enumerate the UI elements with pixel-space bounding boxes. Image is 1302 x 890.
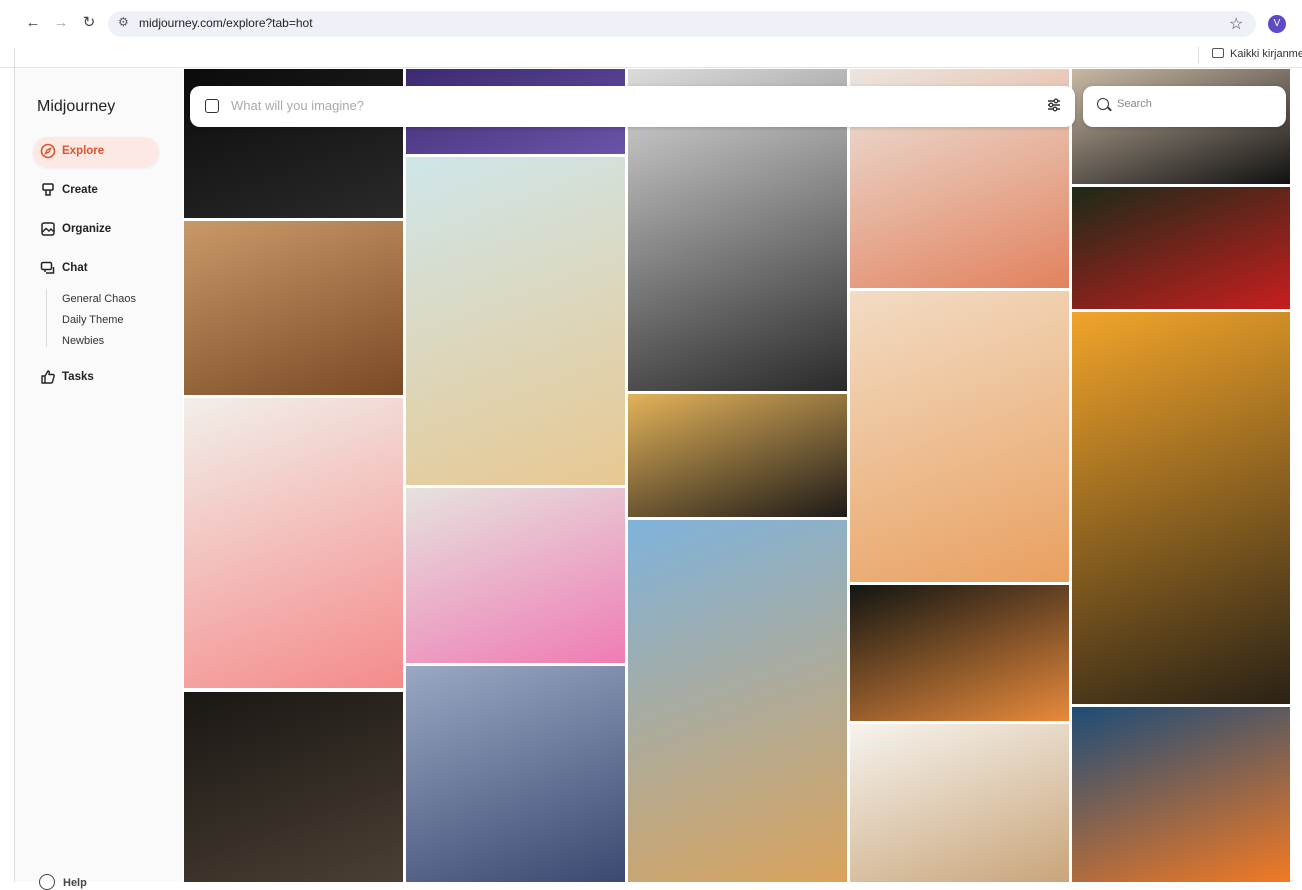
gallery-image-bird-on-stacked-stones[interactable]	[184, 692, 403, 882]
settings-sliders-icon[interactable]	[1046, 97, 1062, 117]
explore-gallery	[183, 69, 1302, 882]
search-input[interactable]	[1117, 98, 1267, 110]
sidebar-item-label: Create	[62, 184, 98, 196]
sidebar-item-label: Chat	[62, 262, 88, 274]
sidebar-item-explore[interactable]: Explore	[33, 137, 159, 167]
thumbs-up-icon	[40, 369, 56, 385]
gallery-image-fiery-storm-clouds[interactable]	[1072, 707, 1290, 882]
sidebar-item-create[interactable]: Create	[33, 176, 159, 206]
site-settings-icon[interactable]: ⚙	[118, 15, 129, 29]
sidebar-item-organize[interactable]: Organize	[33, 215, 159, 245]
bookmarks-divider	[1198, 47, 1199, 63]
prompt-placeholder[interactable]: What will you imagine?	[231, 98, 364, 113]
image-icon	[40, 221, 56, 237]
gallery-image-paris-rooftops-dusk[interactable]	[406, 666, 625, 882]
gallery-image-pharaoh-bird-desert[interactable]	[628, 520, 847, 882]
sidebar-item-chat[interactable]: Chat	[33, 254, 159, 284]
url-text: midjourney.com/explore?tab=hot	[139, 16, 313, 30]
help-icon[interactable]	[39, 874, 55, 890]
forward-arrow-icon[interactable]: →	[52, 14, 70, 32]
gallery-image-man-at-desk-sunset[interactable]	[1072, 312, 1290, 704]
help-label[interactable]: Help	[63, 877, 87, 889]
back-arrow-icon[interactable]: ←	[24, 14, 42, 32]
chat-room-newbies[interactable]: Newbies	[62, 335, 104, 347]
sidebar-item-label: Tasks	[62, 371, 94, 383]
reload-icon[interactable]: ↻	[80, 14, 98, 32]
gallery-image-collage-portrait-pink-circles[interactable]	[184, 398, 403, 688]
gallery-image-figure-in-red-garden[interactable]	[1072, 187, 1290, 309]
gallery-image-woman-in-black-cheetah[interactable]	[628, 394, 847, 517]
brush-icon	[40, 182, 56, 198]
address-bar[interactable]: ⚙ midjourney.com/explore?tab=hot	[108, 11, 1256, 37]
gallery-image-vintage-travel-sketches[interactable]	[850, 724, 1069, 882]
browser-toolbar: ← → ↻ ⚙ midjourney.com/explore?tab=hot ☆…	[0, 0, 1302, 48]
chat-rooms-divider	[46, 289, 47, 347]
sidebar: Midjourney Explore Create Organize Chat …	[15, 69, 183, 890]
sidebar-item-label: Organize	[62, 223, 112, 235]
all-bookmarks-link[interactable]: Kaikki kirjanmerk	[1230, 48, 1302, 60]
gallery-image-cats-cuddling[interactable]	[850, 291, 1069, 582]
prompt-bar[interactable]: What will you imagine?	[190, 86, 1075, 127]
image-upload-icon[interactable]	[205, 99, 219, 113]
gallery-image-blonde-girl-sun-dress[interactable]	[406, 157, 625, 485]
sidebar-item-label: Explore	[62, 145, 105, 157]
profile-avatar[interactable]: V	[1268, 15, 1286, 33]
gallery-image-horse-rider-painting[interactable]	[184, 221, 403, 395]
bookmark-star-icon[interactable]: ☆	[1229, 14, 1243, 34]
search-icon	[1097, 98, 1109, 110]
brand-logo[interactable]: Midjourney	[37, 98, 115, 116]
bookmarks-bar: Kaikki kirjanmerk	[0, 44, 1302, 68]
chat-room-daily-theme[interactable]: Daily Theme	[62, 314, 124, 326]
compass-icon	[40, 143, 56, 159]
chat-icon	[40, 260, 56, 276]
chat-room-general-chaos[interactable]: General Chaos	[62, 293, 136, 305]
folder-icon	[1212, 48, 1224, 58]
gallery-image-floral-pattern-dark[interactable]	[850, 585, 1069, 721]
gallery-image-punk-girl-pink-jacket[interactable]	[406, 488, 625, 663]
search-box[interactable]	[1083, 86, 1286, 127]
sidebar-item-tasks[interactable]: Tasks	[33, 363, 159, 393]
